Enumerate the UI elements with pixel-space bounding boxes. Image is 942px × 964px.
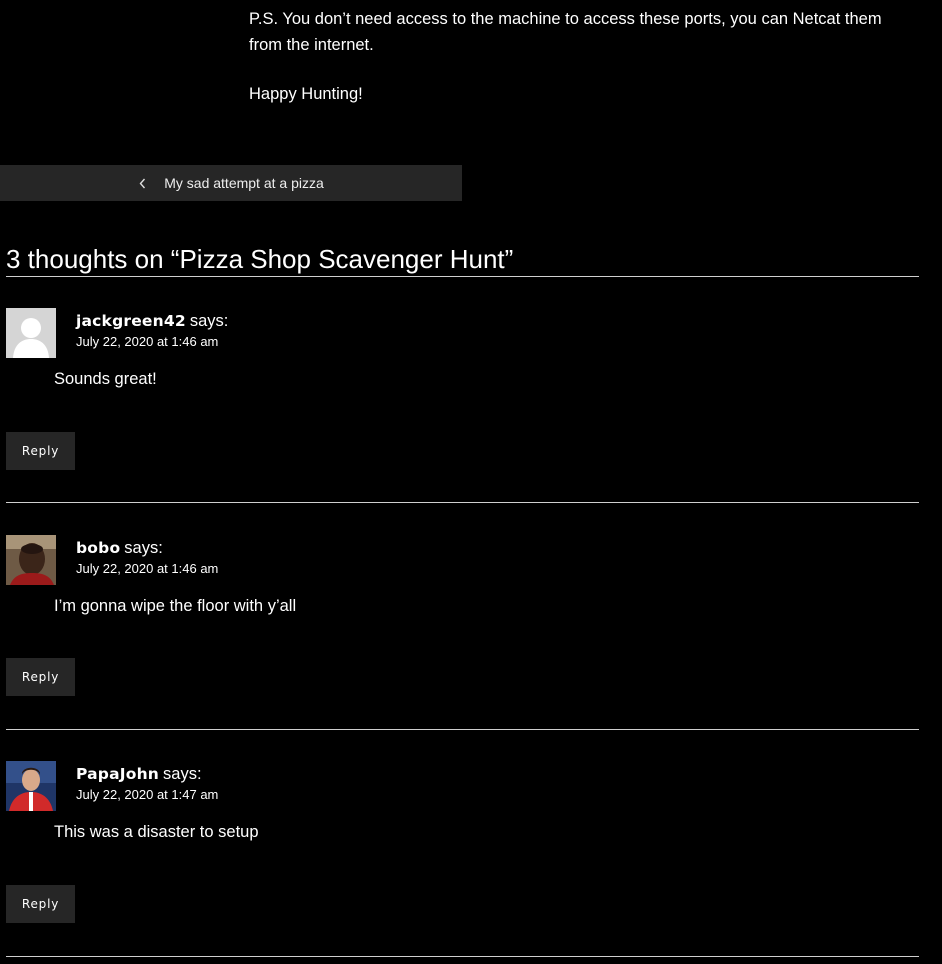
reply-button[interactable]: Reply bbox=[6, 658, 75, 696]
post-paragraph: P.S. You don’t need access to the machin… bbox=[249, 10, 882, 54]
post-content: P.S. You don’t need access to the machin… bbox=[249, 6, 919, 107]
says-label: says: bbox=[189, 312, 229, 330]
previous-post-label: My sad attempt at a pizza bbox=[164, 175, 324, 191]
comment: jackgreen42 says: July 22, 2020 at 1:46 a… bbox=[6, 308, 919, 503]
comment: PapaJohn says: July 22, 2020 at 1:47 am T… bbox=[6, 761, 919, 957]
comment-meta: jackgreen42 says: bbox=[76, 308, 228, 334]
comments-title: 3 thoughts on “Pizza Shop Scavenger Hunt… bbox=[6, 242, 919, 277]
comment-author: jackgreen42 bbox=[76, 312, 186, 330]
says-label: says: bbox=[124, 539, 163, 557]
comment: bobo says: July 22, 2020 at 1:46 am I’m g… bbox=[6, 535, 919, 730]
comment-date-link[interactable]: July 22, 2020 at 1:46 am bbox=[76, 561, 218, 576]
comment-text: This was a disaster to setup bbox=[54, 823, 259, 841]
says-label: says: bbox=[163, 765, 202, 783]
comment-text: I’m gonna wipe the floor with y’all bbox=[54, 597, 297, 615]
user-photo-avatar bbox=[6, 535, 56, 585]
comment-date-link[interactable]: July 22, 2020 at 1:46 am bbox=[76, 334, 218, 349]
comment-author: bobo bbox=[76, 539, 121, 557]
post-paragraph: Happy Hunting! bbox=[249, 85, 363, 103]
comment-text: Sounds great! bbox=[54, 370, 157, 388]
user-photo-avatar bbox=[6, 761, 56, 811]
comment-author: PapaJohn bbox=[76, 765, 160, 783]
comment-meta: bobo says: bbox=[76, 535, 163, 561]
reply-button[interactable]: Reply bbox=[6, 885, 75, 923]
comment-meta: PapaJohn says: bbox=[76, 761, 202, 787]
page: P.S. You don’t need access to the machin… bbox=[0, 0, 942, 964]
chevron-left-icon bbox=[138, 177, 146, 189]
previous-post-link[interactable]: My sad attempt at a pizza bbox=[0, 165, 462, 201]
reply-button[interactable]: Reply bbox=[6, 432, 75, 470]
default-avatar-icon bbox=[6, 308, 56, 358]
comment-date-link[interactable]: July 22, 2020 at 1:47 am bbox=[76, 787, 218, 802]
